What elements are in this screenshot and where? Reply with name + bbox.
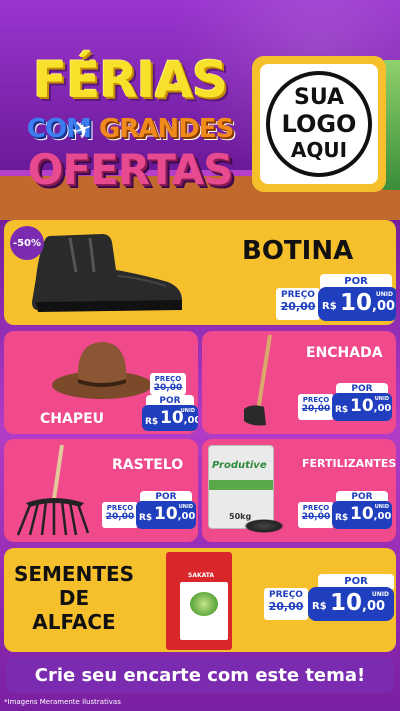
preco-box: PREÇO 20,00 [276,288,320,320]
headline-ferias: FÉRIAS [32,51,228,109]
preco-box: PREÇO 20,00 [298,502,334,528]
fertilizer-bag-icon: Produtive 50kg [208,445,284,537]
preco-label: PREÇO [106,504,134,512]
price-tag-botina: POR PREÇO 20,00 R$ 10,00 UNID [276,274,396,322]
headline-ofertas: OFERTAS [27,145,234,194]
old-price: 20,00 [268,600,304,613]
preco-box: PREÇO 20,00 [102,502,138,528]
logo-text-sua: SUA [293,85,345,110]
title-line-de: DE [58,586,90,610]
product-title-sementes: SEMENTES DE ALFACE [4,562,144,634]
currency: R$ [335,405,349,415]
unit-label: UNID [374,504,389,510]
new-price: R$ 10,00 UNID [308,587,394,621]
header-banner: FÉRIAS COM GRANDES ✈ OFERTAS SUA LOGO AQ… [0,0,400,220]
flyer-page: FÉRIAS COM GRANDES ✈ OFERTAS SUA LOGO AQ… [0,0,400,711]
old-price: 20,00 [301,404,331,414]
price-dec: ,00 [373,511,392,522]
preco-label: PREÇO [302,396,330,404]
price-dec: ,00 [373,403,392,414]
title-line-sementes: SEMENTES [13,562,135,586]
unit-label: UNID [371,591,389,598]
product-title-enchada: ENCHADA [306,345,383,361]
headline-grandes: GRANDES [98,114,234,144]
price-int: 10 [350,396,374,416]
product-card-botina[interactable]: -50% BOTINA POR PREÇO 20,00 R$ 10,00 UNI… [4,220,396,325]
product-title-botina: BOTINA [242,236,354,266]
old-price: 20,00 [105,512,135,522]
unit-label: UNID [180,408,195,414]
logo-text-logo: LOGO [281,110,357,138]
price-tag-rastelo: POR PREÇO 20,00 R$ 10,00 UNID [102,491,196,531]
price-int: 10 [330,590,363,616]
logo-inner: SUA LOGO AQUI [260,64,378,184]
create-flyer-button[interactable]: Crie seu encarte com este tema! [6,657,394,693]
granules-pile [244,519,284,533]
price-tag-sementes: POR PREÇO 20,00 R$ 10,00 UNID [264,574,394,622]
new-price: R$ 10,00 UNID [136,501,196,529]
product-title-chapeu: CHAPEU [40,411,105,427]
preco-label: PREÇO [302,504,330,512]
packet-brand: SAKATA [188,572,215,579]
headline-com-grandes: COM GRANDES [12,112,248,146]
unit-label: UNID [178,504,193,510]
price-dec: ,00 [372,299,396,314]
product-title-fertilizantes: FERTILIZANTES [302,457,396,470]
product-card-chapeu[interactable]: CHAPEU PREÇO 20,00 POR R$ 10,00 UNID [4,331,198,434]
currency: R$ [145,417,159,427]
product-card-sementes[interactable]: SEMENTES DE ALFACE SAKATA POR PREÇO 20,0… [4,548,396,652]
currency: R$ [335,513,349,523]
product-card-fertilizantes[interactable]: Produtive 50kg FERTILIZANTES POR PREÇO 2… [202,439,396,542]
preco-label: PREÇO [269,590,303,600]
price-int: 10 [154,504,178,524]
preco-box: PREÇO 20,00 [264,588,308,620]
product-title-rastelo: RASTELO [112,457,184,473]
bag-body: Produtive 50kg [208,445,274,529]
price-dec: ,00 [362,599,386,614]
product-card-enchada[interactable]: ENCHADA POR PREÇO 20,00 R$ 10,00 UNID [202,331,396,434]
currency: R$ [139,513,153,523]
new-price: R$ 10,00 UNID [142,405,198,431]
bag-brand: Produtive [212,460,267,471]
price-dec: ,00 [177,511,196,522]
currency: R$ [322,301,337,312]
logo-placeholder[interactable]: SUA LOGO AQUI [252,56,386,192]
new-price: R$ 10,00 UNID [332,393,392,421]
old-price: 20,00 [280,300,316,313]
product-card-rastelo[interactable]: RASTELO POR PREÇO 20,00 R$ 10,00 UNID [4,439,198,542]
price-tag-chapeu: PREÇO 20,00 POR R$ 10,00 UNID [116,371,198,431]
preco-box-upper: PREÇO 20,00 [150,373,186,395]
price-int: 10 [340,290,373,316]
unit-label: UNID [375,291,393,298]
price-tag-fertilizantes: POR PREÇO 20,00 R$ 10,00 UNID [298,491,392,531]
packet-label [180,582,228,640]
disclaimer-text: *Imagens Meramente Ilustrativas [4,698,121,706]
preco-label: PREÇO [154,375,182,383]
hoe-icon [244,334,272,426]
price-dec: ,00 [183,415,198,426]
old-price: 20,00 [301,512,331,522]
price-int: 10 [350,504,374,524]
logo-text-aqui: AQUI [290,138,348,162]
preco-box: PREÇO 20,00 [298,394,334,420]
old-price: 20,00 [153,383,183,393]
headline: FÉRIAS COM GRANDES ✈ OFERTAS [12,52,248,202]
new-price: R$ 10,00 UNID [318,287,396,321]
logo-circle: SUA LOGO AQUI [266,71,372,177]
currency: R$ [312,601,327,612]
title-line-alface: ALFACE [32,610,116,634]
seed-packet-icon: SAKATA [166,552,232,650]
lettuce-image [190,592,218,616]
new-price: R$ 10,00 UNID [332,501,392,529]
boot-icon [32,234,182,312]
preco-label: PREÇO [281,290,315,300]
price-tag-enchada: POR PREÇO 20,00 R$ 10,00 UNID [298,383,392,423]
discount-badge: -50% [10,226,44,260]
rake-icon [16,444,90,536]
bag-stripe [209,480,273,490]
unit-label: UNID [374,396,389,402]
